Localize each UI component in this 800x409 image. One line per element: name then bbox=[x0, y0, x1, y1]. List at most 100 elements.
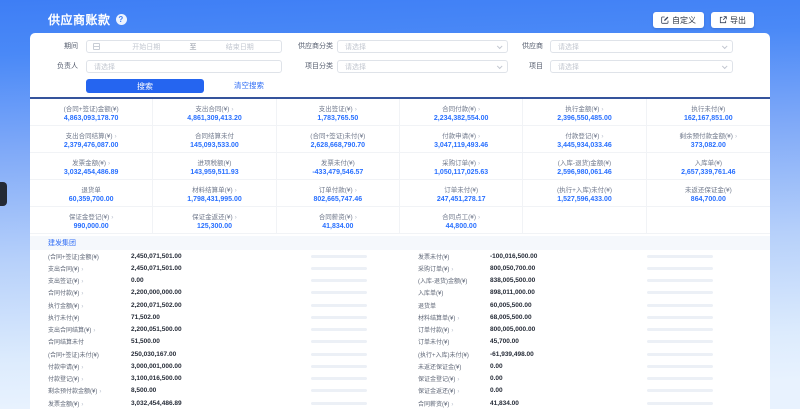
account-row-label[interactable]: 采购订单(¥)› bbox=[418, 264, 453, 273]
stat-value[interactable]: 2,396,550,485.00 bbox=[557, 115, 612, 122]
account-row-label[interactable]: 保证金返还(¥)› bbox=[418, 386, 459, 395]
stat-value[interactable]: 60,359,700.00 bbox=[69, 196, 114, 203]
stat-label: (合同+签证)未付(¥)› bbox=[310, 130, 365, 140]
start-date-placeholder[interactable]: 开始日期 bbox=[105, 42, 188, 52]
account-row-label[interactable]: (合同+签证)金额(¥)› bbox=[48, 252, 99, 261]
stat-value[interactable]: 864,700.00 bbox=[691, 196, 726, 203]
chevron-right-icon: › bbox=[478, 106, 480, 113]
stat-value[interactable]: 2,379,476,087.00 bbox=[64, 142, 119, 149]
stat-card: 订单未付(¥)› 247,451,278.17 bbox=[400, 180, 523, 207]
stat-value[interactable]: 2,657,339,761.46 bbox=[681, 169, 736, 176]
progress-bar-track bbox=[647, 304, 713, 307]
account-row-label[interactable]: 执行金额(¥)› bbox=[48, 301, 83, 310]
stat-value[interactable]: 143,959,511.93 bbox=[190, 169, 238, 176]
stat-card: 支出签证(¥)› 1,783,765.50 bbox=[277, 99, 400, 126]
owner-select[interactable]: 请选择 bbox=[86, 60, 282, 73]
stat-card: 未返还保证金(¥)› 864,700.00 bbox=[647, 180, 770, 207]
stat-value[interactable]: 247,451,278.17 bbox=[437, 196, 486, 203]
stat-label: 发票金额(¥)› bbox=[72, 157, 110, 167]
stat-value[interactable]: 3,032,454,486.89 bbox=[64, 169, 119, 176]
account-row-label[interactable]: 订单未付(¥)› bbox=[418, 337, 449, 346]
account-row-label[interactable]: 订单付款(¥)› bbox=[418, 325, 453, 334]
export-label: 导出 bbox=[730, 15, 746, 26]
supplier-select[interactable]: 请选择 bbox=[550, 40, 733, 53]
group-title-link[interactable]: 建发集团 bbox=[48, 238, 76, 248]
account-row-label[interactable]: 执行未付(¥)› bbox=[48, 313, 79, 322]
period-date-range-input[interactable]: 开始日期 至 结束日期 bbox=[86, 40, 282, 53]
account-row-label[interactable]: 支出签证(¥)› bbox=[48, 276, 83, 285]
account-row-label[interactable]: 支出合同结算(¥)› bbox=[48, 325, 95, 334]
owner-label: 负责人 bbox=[30, 60, 78, 73]
stat-value[interactable]: 3,445,934,033.46 bbox=[557, 142, 612, 149]
account-row-label[interactable]: 未返还保证金(¥)› bbox=[418, 362, 461, 371]
account-row-value: 0.00 bbox=[490, 375, 503, 382]
account-row: 支出合同(¥)› 2,450,071,501.00 bbox=[30, 262, 400, 274]
stat-card: 合同点工(¥)› 44,800.00 bbox=[400, 207, 523, 234]
stat-value[interactable]: 4,863,093,178.70 bbox=[64, 115, 119, 122]
supplier-label: 供应商 bbox=[478, 40, 543, 53]
stat-value[interactable]: 990,000.00 bbox=[74, 223, 109, 230]
account-row-label[interactable]: 退货单› bbox=[418, 301, 436, 310]
account-row-label[interactable]: (入库-退货)金额(¥)› bbox=[418, 276, 467, 285]
help-icon[interactable]: ? bbox=[116, 14, 127, 25]
stat-label: (入库-退货)金额(¥)› bbox=[558, 157, 611, 167]
stat-value[interactable]: 4,861,309,413.20 bbox=[187, 115, 242, 122]
stat-value[interactable]: 1,527,596,433.00 bbox=[557, 196, 612, 203]
stat-value[interactable]: 1,783,765.50 bbox=[317, 115, 358, 122]
chevron-right-icon: › bbox=[478, 214, 480, 221]
account-row-label[interactable]: 付款登记(¥)› bbox=[48, 374, 83, 383]
account-row-label[interactable]: 剩余预付款金额(¥)› bbox=[48, 386, 101, 395]
stat-value[interactable]: 802,665,747.46 bbox=[313, 196, 362, 203]
account-row: (合同+签证)金额(¥)› 2,450,071,501.00 bbox=[30, 250, 400, 262]
stat-card: 支出合同(¥)› 4,861,309,413.20 bbox=[153, 99, 276, 126]
stat-value[interactable]: 162,167,851.00 bbox=[684, 115, 733, 122]
progress-bar-track bbox=[311, 328, 367, 331]
stat-label: 采购订单(¥)› bbox=[442, 157, 480, 167]
stat-card: 发票金额(¥)› 3,032,454,486.89 bbox=[30, 153, 153, 180]
account-row: 订单付款(¥)› 800,005,000.00 bbox=[400, 324, 770, 336]
project-category-label: 项目分类 bbox=[260, 60, 333, 73]
account-row-label[interactable]: 合同付款(¥)› bbox=[48, 288, 83, 297]
stat-value[interactable]: 3,047,119,493.46 bbox=[434, 142, 488, 149]
account-row-label[interactable]: 支出合同(¥)› bbox=[48, 264, 83, 273]
account-row: (合同+签证)未付(¥)› 250,030,167.00 bbox=[30, 348, 400, 360]
chevron-right-icon: › bbox=[115, 133, 117, 140]
account-row-label[interactable]: 合同薪资(¥)› bbox=[418, 399, 453, 408]
stat-label: 进项税额(¥)› bbox=[198, 157, 232, 167]
account-row-label[interactable]: (合同+签证)未付(¥)› bbox=[48, 350, 99, 359]
stat-value[interactable]: 44,800.00 bbox=[446, 223, 477, 230]
chevron-right-icon: › bbox=[231, 106, 233, 113]
chevron-down-icon bbox=[722, 43, 728, 49]
chevron-right-icon: › bbox=[81, 267, 83, 273]
stat-value[interactable]: 1,798,431,995.00 bbox=[187, 196, 242, 203]
account-row-label[interactable]: 付款申请(¥)› bbox=[48, 362, 83, 371]
search-button[interactable]: 搜索 bbox=[86, 79, 204, 93]
stat-value[interactable]: -433,479,546.57 bbox=[312, 169, 363, 176]
stat-value[interactable]: 373,082.00 bbox=[691, 142, 726, 149]
account-row-label[interactable]: (执行+入库)未付(¥)› bbox=[418, 350, 469, 359]
customize-button[interactable]: 自定义 bbox=[653, 12, 704, 28]
account-row-label[interactable]: 发票未付(¥)› bbox=[418, 252, 449, 261]
drawer-handle[interactable] bbox=[0, 182, 7, 206]
stat-value[interactable]: 41,834.00 bbox=[322, 223, 353, 230]
stat-value[interactable]: 145,093,533.00 bbox=[190, 142, 239, 149]
stat-value[interactable]: 1,050,117,025.63 bbox=[434, 169, 488, 176]
stat-card: 发票未付(¥)› -433,479,546.57 bbox=[277, 153, 400, 180]
stat-value[interactable]: 2,234,382,554.00 bbox=[434, 115, 489, 122]
stat-value[interactable]: 2,628,668,790.70 bbox=[311, 142, 366, 149]
account-row-label[interactable]: 合同结算未付› bbox=[48, 337, 84, 346]
chevron-right-icon: › bbox=[81, 304, 83, 310]
clear-search-link[interactable]: 清空搜索 bbox=[234, 79, 264, 93]
chevron-right-icon: › bbox=[451, 267, 453, 273]
progress-bar-track bbox=[647, 291, 713, 294]
chevron-right-icon: › bbox=[355, 214, 357, 221]
project-select[interactable]: 请选择 bbox=[550, 60, 733, 73]
export-button[interactable]: 导出 bbox=[711, 12, 754, 28]
account-row-label[interactable]: 入库单(¥)› bbox=[418, 288, 443, 297]
stat-value[interactable]: 125,300.00 bbox=[197, 223, 232, 230]
stat-value[interactable]: 2,596,980,061.46 bbox=[557, 169, 612, 176]
account-row-label[interactable]: 发票金额(¥)› bbox=[48, 399, 83, 408]
account-row-label[interactable]: 保证金登记(¥)› bbox=[418, 374, 459, 383]
account-row-label[interactable]: 材料结算单(¥)› bbox=[418, 313, 459, 322]
progress-bar-track bbox=[647, 377, 713, 380]
